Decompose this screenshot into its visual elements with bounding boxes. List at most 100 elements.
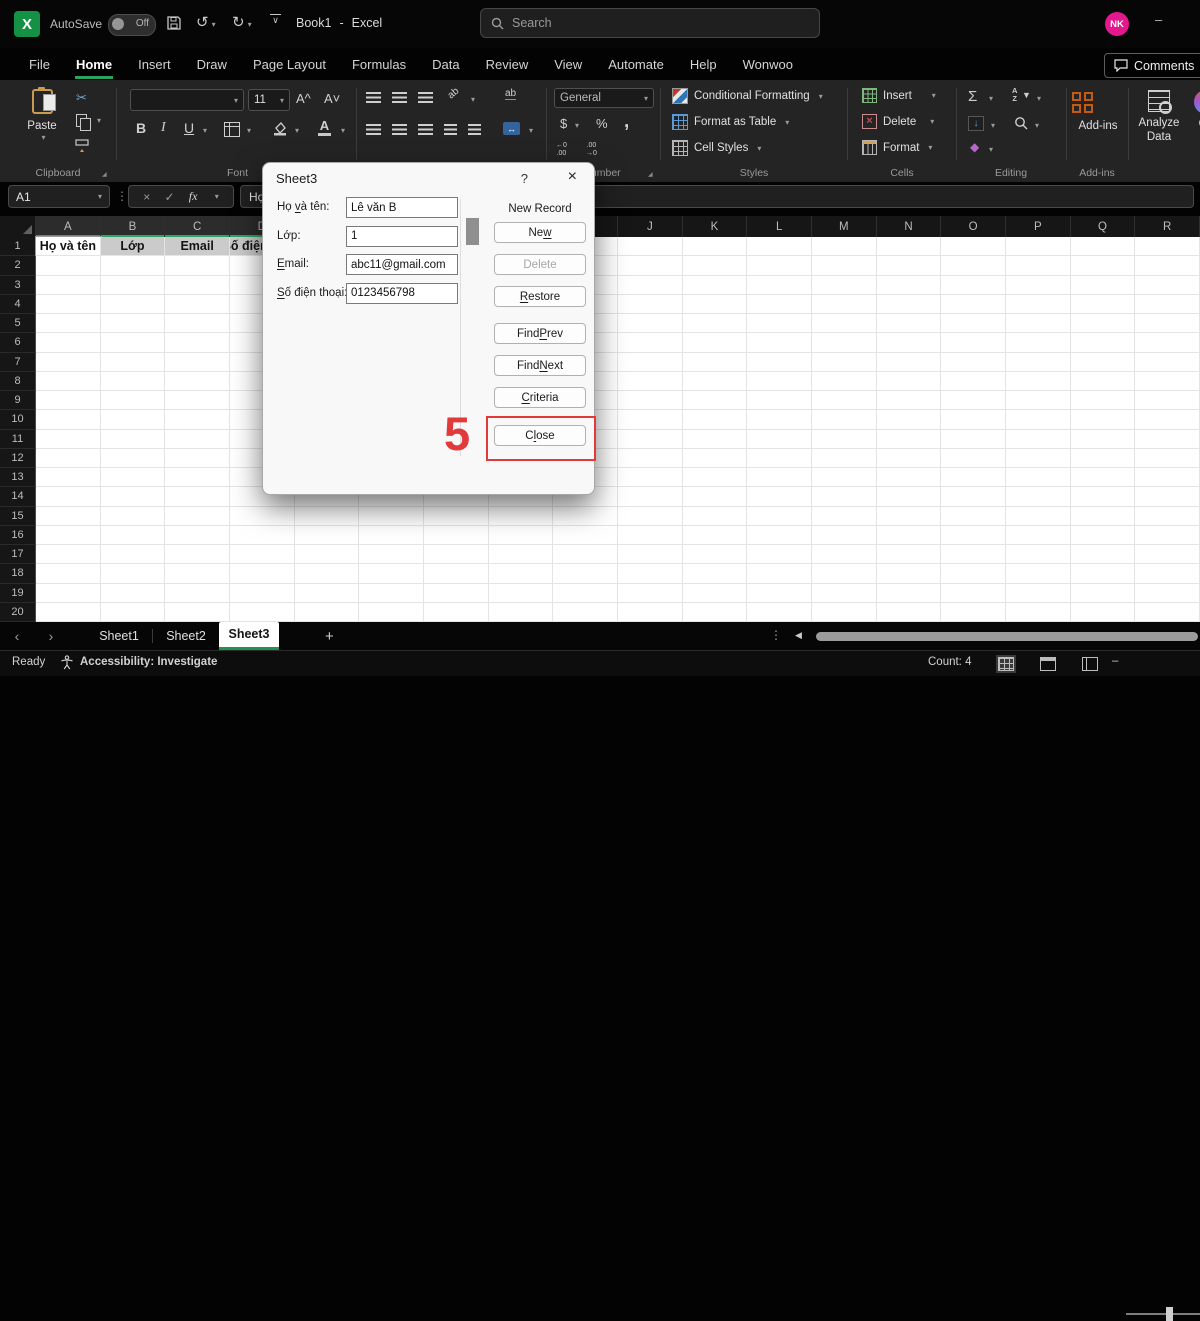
grid-cell[interactable] (359, 564, 424, 583)
grid-cell[interactable] (1006, 468, 1071, 487)
column-header-P[interactable]: P (1006, 216, 1071, 237)
grid-cell[interactable] (295, 507, 360, 526)
grid-cell[interactable]: Họ và tên (36, 237, 101, 256)
grid-cell[interactable] (1135, 564, 1200, 583)
grid-cell[interactable] (489, 545, 554, 564)
page-break-view-icon[interactable] (1082, 657, 1098, 671)
grid-cell[interactable] (101, 545, 166, 564)
grid-cell[interactable] (295, 584, 360, 603)
grid-cell[interactable] (618, 256, 683, 275)
sort-filter-icon[interactable]: AZ (1012, 87, 1017, 104)
cell-styles-button[interactable]: Cell Styles▾ (672, 140, 761, 156)
grid-cell[interactable] (747, 372, 812, 391)
grid-cell[interactable] (101, 564, 166, 583)
grid-cell[interactable] (683, 430, 748, 449)
grid-cell[interactable] (1071, 295, 1136, 314)
grid-cell[interactable] (941, 237, 1006, 256)
font-name-select[interactable]: ▾ (130, 89, 244, 111)
insert-cells-button[interactable]: Insert▾ (862, 88, 936, 103)
chevron-down-icon[interactable]: ▾ (989, 94, 993, 103)
sheet-tab-sheet1[interactable]: Sheet1 (86, 622, 152, 650)
kebab-icon[interactable]: ⋮ (116, 189, 128, 203)
grid-cell[interactable] (812, 564, 877, 583)
column-header-L[interactable]: L (747, 216, 812, 237)
row-header-19[interactable]: 19 (0, 584, 36, 603)
row-header-1[interactable]: 1 (0, 237, 36, 256)
grid-cell[interactable] (1135, 487, 1200, 506)
undo-icon[interactable]: ↺▾ (196, 13, 216, 31)
grid-cell[interactable] (359, 526, 424, 545)
grid-cell[interactable] (941, 526, 1006, 545)
grid-cell[interactable] (101, 353, 166, 372)
row-header-6[interactable]: 6 (0, 333, 36, 352)
grid-cell[interactable] (101, 603, 166, 622)
grid-cell[interactable] (489, 507, 554, 526)
orientation-icon[interactable]: ab (446, 86, 462, 102)
grid-cell[interactable] (683, 353, 748, 372)
grid-cell[interactable] (618, 526, 683, 545)
grid-cell[interactable] (1135, 507, 1200, 526)
grid-cell[interactable] (812, 353, 877, 372)
grid-cell[interactable] (36, 468, 101, 487)
grid-cell[interactable] (1071, 276, 1136, 295)
grid-cell[interactable] (618, 564, 683, 583)
row-header-18[interactable]: 18 (0, 564, 36, 583)
grid-cell[interactable] (1135, 430, 1200, 449)
grid-cell[interactable] (683, 333, 748, 352)
grid-cell[interactable] (36, 603, 101, 622)
grid-cell[interactable] (1006, 603, 1071, 622)
grid-cell[interactable] (553, 526, 618, 545)
grid-cell[interactable] (941, 353, 1006, 372)
fill-color-icon[interactable] (272, 120, 288, 136)
menu-tab-view[interactable]: View (541, 50, 595, 79)
column-header-K[interactable]: K (683, 216, 748, 237)
enter-icon[interactable]: ✓ (164, 190, 174, 204)
chevron-down-icon[interactable]: ▾ (215, 192, 219, 201)
grid-cell[interactable] (553, 507, 618, 526)
grid-cell[interactable] (941, 295, 1006, 314)
sheet-tab-sheet2[interactable]: Sheet2 (153, 622, 219, 650)
grid-cell[interactable] (877, 507, 942, 526)
grid-cell[interactable] (295, 526, 360, 545)
menu-tab-automate[interactable]: Automate (595, 50, 677, 79)
grid-cell[interactable] (941, 449, 1006, 468)
grid-cell[interactable] (295, 603, 360, 622)
grid-cell[interactable] (489, 584, 554, 603)
grid-cell[interactable] (618, 333, 683, 352)
copilot-button[interactable]: Co (1186, 90, 1200, 131)
grid-cell[interactable] (1071, 545, 1136, 564)
scroll-left-icon[interactable]: ◀ (795, 630, 802, 641)
menu-tab-insert[interactable]: Insert (125, 50, 184, 79)
menu-tab-help[interactable]: Help (677, 50, 730, 79)
grid-cell[interactable] (683, 314, 748, 333)
grid-cell[interactable] (36, 410, 101, 429)
row-header-7[interactable]: 7 (0, 353, 36, 372)
grid-cell[interactable] (618, 295, 683, 314)
grid-cell[interactable] (1006, 333, 1071, 352)
autosave-toggle[interactable]: Off (108, 14, 156, 36)
menu-tab-wonwoo[interactable]: Wonwoo (730, 50, 806, 79)
column-header-N[interactable]: N (877, 216, 942, 237)
cut-icon[interactable]: ✂ (76, 90, 87, 106)
grid-cell[interactable] (812, 314, 877, 333)
grid-cell[interactable] (812, 372, 877, 391)
column-header-Q[interactable]: Q (1071, 216, 1136, 237)
increase-font-icon[interactable]: A^ (296, 91, 311, 106)
align-center-icon[interactable] (392, 124, 407, 135)
conditional-formatting-button[interactable]: Conditional Formatting▾ (672, 88, 823, 104)
italic-button[interactable]: I (161, 120, 166, 136)
grid-cell[interactable] (683, 564, 748, 583)
clipboard-dialog-launcher-icon[interactable]: ◢ (102, 171, 107, 178)
grid-cell[interactable] (424, 584, 489, 603)
grid-cell[interactable] (812, 449, 877, 468)
grid-cell[interactable] (1135, 526, 1200, 545)
grid-cell[interactable] (747, 564, 812, 583)
grid-cell[interactable] (812, 256, 877, 275)
row-header-13[interactable]: 13 (0, 468, 36, 487)
grid-cell[interactable] (1006, 545, 1071, 564)
dialog-restore-button[interactable]: Restore (494, 286, 586, 307)
redo-icon[interactable]: ↻▾ (232, 13, 252, 31)
grid-cell[interactable] (747, 584, 812, 603)
grid-cell[interactable] (36, 256, 101, 275)
grid-cell[interactable] (683, 449, 748, 468)
